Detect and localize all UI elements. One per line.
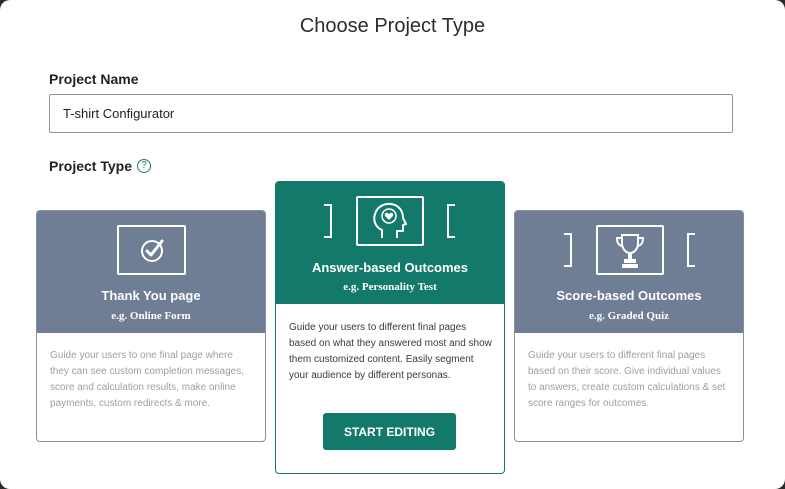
help-icon[interactable]: ? [137,159,151,173]
card-title: Answer-based Outcomes [311,260,469,275]
checkmark-icon [117,225,186,275]
choose-project-type-modal: Choose Project Type Project Name Project… [0,0,785,489]
card-header: Answer-based Outcomes e.g. Personality T… [276,182,504,304]
bracket-left-icon [564,233,572,267]
card-header: Thank You page e.g. Online Form [37,211,265,333]
card-subtitle: e.g. Online Form [111,310,191,322]
modal-title: Choose Project Type [299,15,486,37]
card-description: Guide your users to one final page where… [50,350,244,409]
card-title: Score-based Outcomes [556,288,702,303]
bracket-left-icon [324,204,332,238]
card-description: Guide your users to different final page… [289,322,492,381]
bracket-right-icon [687,233,695,267]
project-name-label: Project Name [49,71,139,87]
card-thank-you-page[interactable]: Thank You page e.g. Online Form Guide yo… [36,210,266,442]
trophy-icon [596,225,664,275]
card-subtitle: e.g. Personality Test [343,281,437,293]
card-subtitle: e.g. Graded Quiz [588,310,670,322]
project-type-label: Project Type [49,158,132,174]
card-score-based-outcomes[interactable]: Score-based Outcomes e.g. Graded Quiz Gu… [514,210,744,442]
card-title: Thank You page [101,288,201,303]
card-description: Guide your users to different final page… [528,350,726,409]
project-name-input[interactable] [49,94,733,133]
card-header: Score-based Outcomes e.g. Graded Quiz [515,211,743,333]
start-editing-button[interactable]: START EDITING [323,413,456,450]
card-answer-based-outcomes[interactable]: Answer-based Outcomes e.g. Personality T… [275,181,505,474]
bracket-right-icon [447,204,455,238]
head-heart-icon [356,196,424,246]
